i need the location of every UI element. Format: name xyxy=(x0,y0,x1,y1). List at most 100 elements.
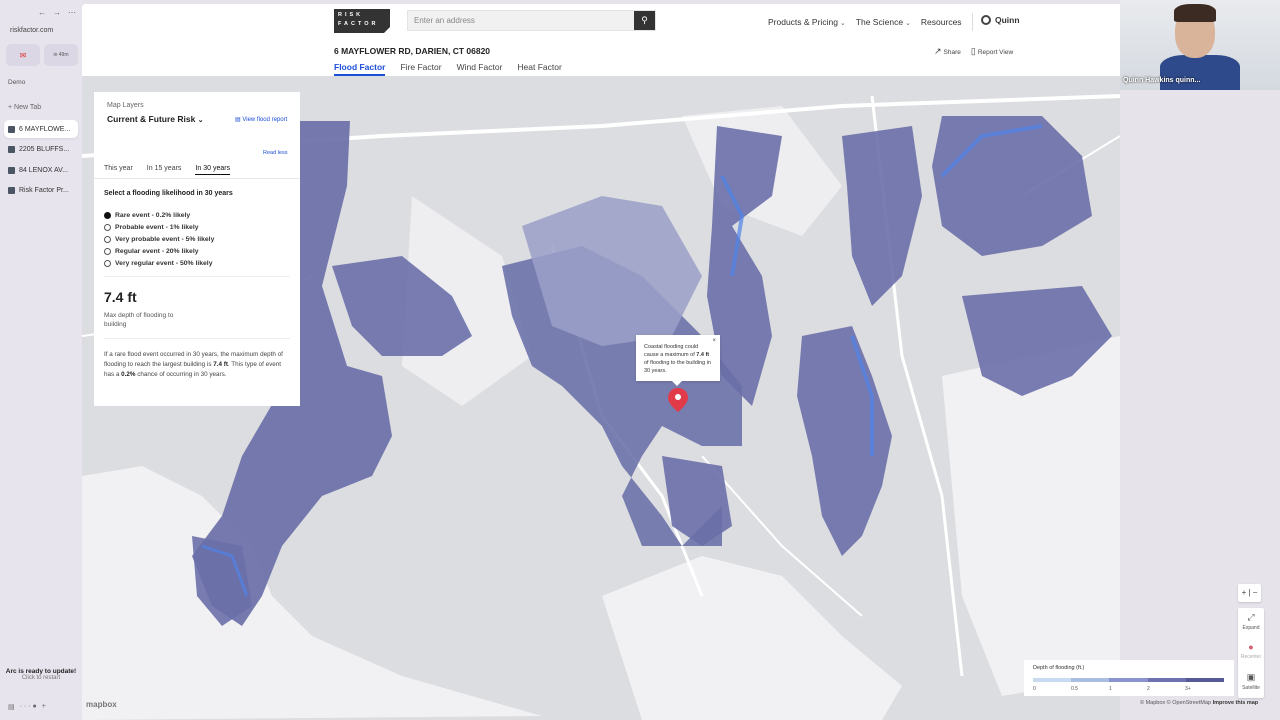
map-layers-label: Map Layers xyxy=(107,102,144,109)
tab-fire-factor[interactable]: Fire Factor xyxy=(400,62,441,76)
tab-item[interactable]: 84 LENOX AV... xyxy=(4,161,78,179)
map-side-controls: ⤢ Expand ● Recenter ▣ Satellite xyxy=(1238,608,1264,698)
option-label: Probable event - 1% likely xyxy=(115,223,199,231)
tab-item[interactable]: 2205 BLUFFS... xyxy=(4,141,78,159)
legend-scale xyxy=(1033,678,1225,682)
site-header: RISK FACTOR Enter an address ⚲ Products … xyxy=(82,4,1120,38)
tab-wind-factor[interactable]: Wind Factor xyxy=(457,62,503,76)
layer-selector-label: Current & Future Risk xyxy=(107,114,196,124)
option-label: Regular event - 20% likely xyxy=(115,247,199,255)
tab-flood-factor[interactable]: Flood Factor xyxy=(334,62,386,76)
radio[interactable] xyxy=(104,235,111,243)
address-search-input[interactable]: Enter an address xyxy=(407,10,656,31)
report-view-button[interactable]: ▯ Report View xyxy=(971,46,1013,57)
tab-item[interactable]: 6 MAYFLOWE... xyxy=(4,120,78,138)
legend-swatch xyxy=(1033,678,1072,682)
legend-swatch xyxy=(1109,678,1148,682)
radio[interactable] xyxy=(104,223,111,231)
read-less-link[interactable]: Read less xyxy=(263,150,287,156)
depth-legend: Depth of flooding (ft.) 0 0.5 1 2 3+ xyxy=(1024,660,1234,696)
improve-map-link[interactable]: Improve this map xyxy=(1213,700,1259,706)
legend-tick: 1 xyxy=(1109,686,1112,692)
likelihood-question: Select a flooding likelihood in 30 years xyxy=(104,190,233,197)
legend-tick: 2 xyxy=(1147,686,1150,692)
zoom-controls[interactable]: + | − xyxy=(1238,584,1261,602)
space-dots-icon[interactable]: · · · ● xyxy=(20,703,37,711)
menu-the-science[interactable]: The Science ⌄ xyxy=(856,17,911,31)
satellite-button[interactable]: ▣ Satellite xyxy=(1238,668,1264,698)
more-icon[interactable]: ⋯ xyxy=(68,8,76,17)
tab-item[interactable]: Risk Factor Pr... xyxy=(4,182,78,200)
flood-map[interactable]: Map Layers Current & Future Risk ⌄ ▤ Vie… xyxy=(82,76,1120,720)
riskfactor-favicon-icon xyxy=(8,125,15,133)
likelihood-option[interactable]: Probable event - 1% likely xyxy=(104,221,214,233)
chevron-down-icon: ⌄ xyxy=(839,20,846,27)
calendar-pin[interactable]: in 49m xyxy=(44,44,78,66)
radio-selected[interactable] xyxy=(104,211,111,219)
menu-label: Products & Pricing xyxy=(768,17,838,27)
desc-depth: 7.4 ft xyxy=(213,361,228,368)
add-space-icon[interactable]: + xyxy=(42,703,46,711)
radio[interactable] xyxy=(104,247,111,255)
likelihood-option[interactable]: Rare event - 0.2% likely xyxy=(104,209,214,221)
tab-in-15-years[interactable]: In 15 years xyxy=(147,165,182,175)
map-tooltip: × Coastal flooding could cause a maximum… xyxy=(636,335,720,386)
page-actions: ↗ Share ▯ Report View xyxy=(934,46,1013,57)
update-subtitle: Click to restart xyxy=(21,675,61,681)
mapbox-logo[interactable]: mapbox xyxy=(86,700,117,709)
share-button[interactable]: ↗ Share xyxy=(934,46,961,57)
riskfactor-favicon-icon xyxy=(8,166,15,174)
menu-products-pricing[interactable]: Products & Pricing ⌄ xyxy=(768,17,846,31)
option-label: Rare event - 0.2% likely xyxy=(115,211,191,219)
menu-label: The Science xyxy=(855,17,904,27)
recenter-button[interactable]: ● Recenter xyxy=(1238,638,1264,668)
chevron-down-icon: ⌄ xyxy=(197,117,204,124)
legend-tick: 0 xyxy=(1033,686,1036,692)
marker-dot xyxy=(675,394,681,400)
legend-swatch xyxy=(1185,678,1225,682)
chevron-down-icon: ⌄ xyxy=(905,20,911,27)
likelihood-option[interactable]: Very probable event - 5% likely xyxy=(104,233,214,245)
riskfactor-favicon-icon xyxy=(8,146,15,153)
menu-divider xyxy=(971,13,973,31)
tab-label: 84 LENOX AV... xyxy=(19,166,69,174)
tab-label: 2205 BLUFFS... xyxy=(19,146,70,153)
new-tab-button[interactable]: + New Tab xyxy=(8,104,41,111)
divider xyxy=(94,178,300,179)
likelihood-option[interactable]: Very regular event - 50% likely xyxy=(104,257,214,269)
tab-heat-factor[interactable]: Heat Factor xyxy=(517,62,561,76)
menu-resources[interactable]: Resources xyxy=(921,17,962,31)
legend-swatch xyxy=(1147,678,1186,682)
tab-in-30-years[interactable]: In 30 years xyxy=(195,165,231,175)
option-label: Very probable event - 5% likely xyxy=(115,235,215,243)
update-notice[interactable]: Arc is ready to update! Click to restart xyxy=(2,668,80,681)
user-menu[interactable]: Quinn xyxy=(981,15,1020,25)
web-page: RISK FACTOR Enter an address ⚲ Products … xyxy=(82,4,1120,720)
tab-label: 6 MAYFLOWE... xyxy=(19,125,71,133)
update-title: Arc is ready to update! xyxy=(5,668,77,675)
view-flood-report-link[interactable]: ▤ View flood report xyxy=(235,116,287,123)
tooltip-text: Coastal flooding could cause a maximum o… xyxy=(644,344,699,358)
expand-button[interactable]: ⤢ Expand xyxy=(1238,608,1264,638)
forward-icon[interactable]: → xyxy=(53,8,61,17)
desc-text: chance of occurring in 30 years. xyxy=(135,371,227,378)
risk-factor-logo[interactable]: RISK FACTOR xyxy=(334,9,391,34)
share-label: Share xyxy=(943,49,961,56)
url-bar[interactable]: riskfactor.com xyxy=(10,27,53,34)
browser-sidebar: ← → ⋯ riskfactor.com ✉ in 49m Demo + New… xyxy=(0,0,82,720)
calendar-badge: in 49m xyxy=(53,52,69,58)
radio[interactable] xyxy=(104,259,111,267)
layers-icon: ▣ xyxy=(1246,672,1256,682)
close-icon[interactable]: × xyxy=(712,337,716,345)
tab-this-year[interactable]: This year xyxy=(104,165,133,175)
property-bar: 6 MAYFLOWER RD, DARIEN, CT 06820 Flood F… xyxy=(82,38,1120,76)
share-icon: ↗ xyxy=(934,46,942,56)
gmail-pin[interactable]: ✉ xyxy=(6,44,40,66)
search-button[interactable]: ⚲ xyxy=(634,11,655,30)
factor-tabs: Flood Factor Fire Factor Wind Factor Hea… xyxy=(334,62,562,76)
layer-selector[interactable]: Current & Future Risk ⌄ xyxy=(107,114,204,124)
back-icon[interactable]: ← xyxy=(38,8,46,17)
library-icon[interactable]: ▤ xyxy=(8,703,15,711)
likelihood-option[interactable]: Regular event - 20% likely xyxy=(104,245,214,257)
property-address: 6 MAYFLOWER RD, DARIEN, CT 06820 xyxy=(334,46,491,56)
